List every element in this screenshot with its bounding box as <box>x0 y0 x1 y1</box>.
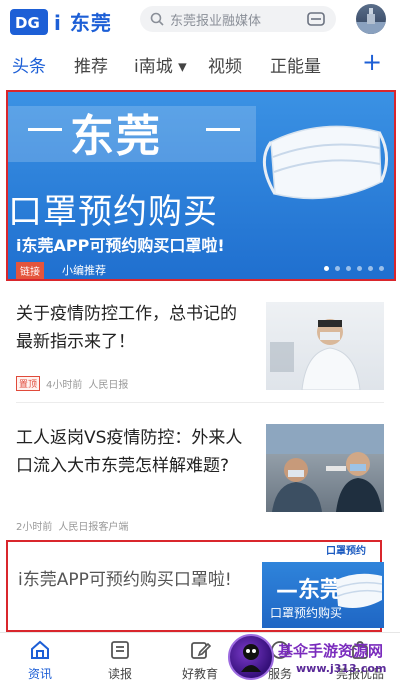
watermark-url: www.j313.com <box>296 662 387 675</box>
news-source: 人民日报 <box>88 380 129 391</box>
news-thumbnail <box>266 302 384 390</box>
hero-banner[interactable]: 东莞 口罩预约购买 i东莞APP可预约购买口罩啦! 链接 小编推荐 <box>6 90 396 281</box>
mask-icon <box>336 573 383 608</box>
tab-positive-energy[interactable]: 正能量 <box>270 52 321 77</box>
ad-thumbnail: —东莞— 口罩预约购买 <box>262 562 384 628</box>
tab-nancheng[interactable]: i南城 ▾ <box>134 52 187 77</box>
highlight-frame <box>6 90 396 281</box>
top-header: DG i 东莞 东莞报业融媒体 <box>0 0 400 40</box>
news-title: 工人返岗VS疫情防控：外来人口流入大市东莞怎样解难题? <box>16 428 243 476</box>
avatar-image <box>356 8 386 34</box>
news-meta: 置顶 4小时前 人民日报 <box>16 376 128 391</box>
nav-label: 好教育 <box>181 667 218 681</box>
nav-label: 读报 <box>107 667 132 681</box>
nav-newspaper[interactable]: 读报 <box>90 633 150 685</box>
app-logo[interactable]: DG i 东莞 <box>10 7 112 36</box>
tab-video[interactable]: 视频 <box>208 52 242 77</box>
search-box[interactable]: 东莞报业融媒体 <box>140 6 336 32</box>
channel-tabs: 头条 推荐 i南城 ▾ 视频 正能量 + <box>0 48 400 82</box>
list-item[interactable]: 工人返岗VS疫情防控：外来人口流入大市东莞怎样解难题? 2小时前 人民日报客户端 <box>0 418 400 536</box>
nav-label: 资讯 <box>27 667 52 681</box>
site-watermark: 基伞手游资源网 www.j313.com <box>226 632 400 685</box>
ad-sticker: 口罩预约 <box>326 546 366 557</box>
tab-recommend[interactable]: 推荐 <box>74 52 108 77</box>
search-icon <box>150 12 164 26</box>
ad-title: i东莞APP可预约购买口罩啦! <box>18 570 232 590</box>
news-meta: 2小时前 人民日报客户端 <box>16 518 128 533</box>
add-channel-icon[interactable]: + <box>362 48 382 76</box>
dg-logo-icon: DG <box>10 8 48 35</box>
newspaper-icon <box>111 641 129 659</box>
search-placeholder: 东莞报业融媒体 <box>170 13 262 29</box>
news-source: 人民日报客户端 <box>58 522 129 533</box>
pinned-badge: 置顶 <box>16 376 41 391</box>
news-time: 4小时前 <box>46 380 83 391</box>
divider <box>16 402 384 403</box>
svg-text:DG: DG <box>15 14 40 31</box>
app-name: i 东莞 <box>54 11 112 35</box>
user-avatar[interactable] <box>356 4 386 34</box>
watermark-logo-icon <box>228 634 274 680</box>
edit-icon <box>191 642 211 659</box>
nav-news[interactable]: 资讯 <box>10 633 70 685</box>
news-title: 关于疫情防控工作，总书记的最新指示来了！ <box>16 304 237 352</box>
tab-toutiao[interactable]: 头条 <box>12 52 46 77</box>
watermark-text: 基伞手游资源网 <box>278 642 384 660</box>
home-icon <box>31 640 49 659</box>
scan-icon[interactable] <box>306 12 326 26</box>
news-time: 2小时前 <box>16 522 53 533</box>
nav-education[interactable]: 好教育 <box>170 633 230 685</box>
news-thumbnail <box>266 424 384 512</box>
list-item[interactable]: 关于疫情防控工作，总书记的最新指示来了！ 置顶 4小时前 人民日报 <box>0 296 400 400</box>
